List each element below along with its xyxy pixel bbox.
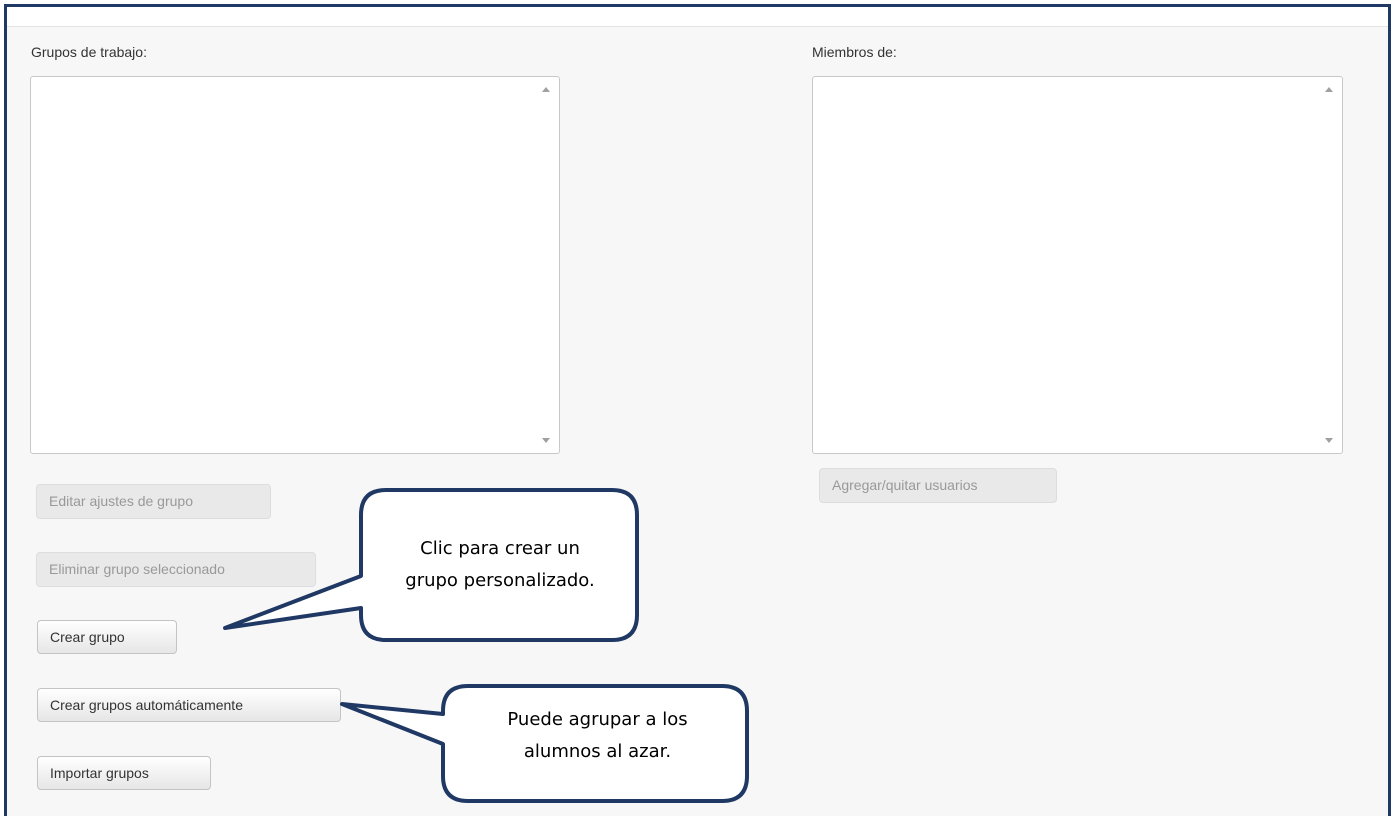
scroll-down-icon[interactable] [542, 438, 550, 443]
create-group-button[interactable]: Crear grupo [37, 620, 177, 654]
scroll-up-icon[interactable] [1325, 87, 1333, 92]
auto-group-callout-text: Puede agrupar a los alumnos al azar. [455, 704, 740, 768]
members-label: Miembros de: [812, 44, 897, 60]
top-strip [7, 7, 1388, 27]
create-group-callout-text: Clic para crear un grupo personalizado. [370, 533, 630, 597]
callout-line: alumnos al azar. [523, 741, 672, 762]
auto-create-groups-button[interactable]: Crear grupos automáticamente [37, 688, 341, 722]
scroll-down-icon[interactable] [1325, 438, 1333, 443]
delete-selected-group-button[interactable]: Eliminar grupo seleccionado [36, 552, 316, 587]
callout-line: Clic para crear un [420, 538, 580, 559]
callout-line: grupo personalizado. [405, 570, 595, 591]
groups-label: Grupos de trabajo: [31, 44, 147, 60]
groups-listbox[interactable] [30, 76, 560, 454]
page-frame: Grupos de trabajo: Miembros de: Editar a… [4, 4, 1391, 816]
add-remove-users-button[interactable]: Agregar/quitar usuarios [819, 468, 1057, 503]
import-groups-button[interactable]: Importar grupos [37, 756, 211, 790]
edit-group-settings-button[interactable]: Editar ajustes de grupo [36, 484, 271, 519]
callout-line: Puede agrupar a los [507, 709, 688, 730]
scroll-up-icon[interactable] [542, 87, 550, 92]
members-listbox[interactable] [812, 76, 1343, 454]
